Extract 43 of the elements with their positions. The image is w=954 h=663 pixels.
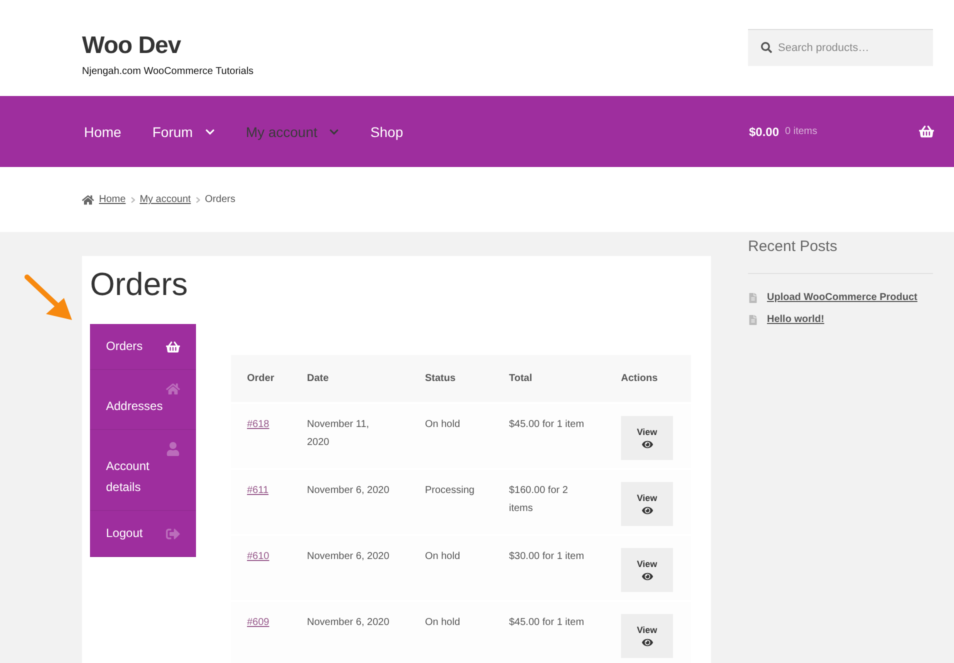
account-menu-item[interactable]: Logout — [90, 511, 196, 557]
view-button[interactable]: View — [621, 482, 673, 526]
cart-link[interactable]: $0.00 0 items — [749, 124, 934, 139]
order-link[interactable]: #609 — [247, 617, 270, 628]
account-menu-item[interactable]: Addresses — [90, 370, 196, 430]
column-header: Total — [493, 355, 605, 402]
eye-icon — [642, 504, 652, 516]
breadcrumb-current: Orders — [204, 194, 236, 205]
nav-link[interactable]: Shop — [370, 124, 404, 140]
nav-link[interactable]: Forum — [152, 124, 215, 140]
search-field[interactable]: Search products… — [748, 29, 933, 66]
document-icon — [748, 314, 758, 324]
document-icon — [748, 292, 758, 302]
post-link[interactable]: Hello world! — [767, 314, 824, 325]
account-menu-item[interactable]: Orders — [90, 324, 196, 370]
nav-link[interactable]: Home — [84, 124, 122, 140]
post-link[interactable]: Upload WooCommerce Product — [767, 292, 918, 303]
view-button[interactable]: View — [621, 416, 673, 460]
column-header: Status — [409, 355, 493, 402]
eye-icon — [642, 570, 652, 582]
column-header: Date — [291, 355, 409, 402]
home-icon — [82, 194, 94, 206]
view-button[interactable]: View — [621, 614, 673, 658]
account-menu-item[interactable]: Account details — [90, 430, 196, 511]
column-header: Order — [231, 355, 291, 402]
page-title: Orders — [90, 266, 189, 303]
site-tagline: Njengah.com WooCommerce Tutorials — [82, 66, 254, 77]
chevron-icon — [196, 196, 200, 202]
breadcrumb-link[interactable]: Home — [99, 194, 126, 205]
view-button[interactable]: View — [621, 548, 673, 592]
site-title[interactable]: Woo Dev — [82, 32, 254, 60]
search-icon — [761, 42, 772, 53]
basket-icon — [919, 124, 934, 139]
column-header: Actions — [605, 355, 691, 402]
order-link[interactable]: #610 — [247, 551, 270, 562]
eye-icon — [642, 438, 652, 450]
chevron-icon — [130, 196, 135, 202]
order-link[interactable]: #618 — [247, 419, 270, 430]
order-link[interactable]: #611 — [247, 485, 269, 496]
breadcrumb-link[interactable]: My account — [140, 194, 191, 205]
pointer-arrow — [24, 274, 74, 322]
widget-title: Recent Posts — [748, 232, 933, 274]
eye-icon — [642, 636, 652, 648]
